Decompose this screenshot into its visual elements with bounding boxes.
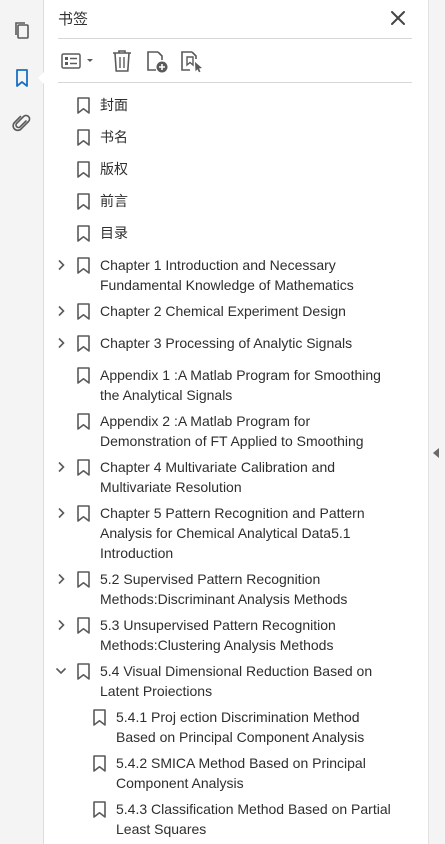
bookmark-item[interactable]: Chapter 3 Processing of Analytic Signals — [44, 333, 428, 353]
chevron-right-icon[interactable] — [54, 301, 68, 321]
bookmark-item[interactable]: 封面 — [44, 95, 428, 115]
bookmark-label: 封面 — [100, 97, 128, 113]
bookmark-label: Methods:Discriminant Analysis Methods — [100, 591, 348, 607]
bookmark-label: Based on Principal Component Analysis — [116, 729, 365, 745]
bookmark-label: 版权 — [100, 161, 128, 177]
bookmark-icon — [77, 367, 90, 384]
bookmark-icon — [77, 663, 90, 680]
bookmark-label: 5.3 Unsupervised Pattern Recognition — [100, 617, 336, 633]
bookmark-icon — [77, 225, 90, 242]
bookmark-label: Least Squares — [116, 821, 207, 837]
bookmark-item[interactable]: 前言 — [44, 191, 428, 211]
bookmark-item[interactable]: 5.3 Unsupervised Pattern Recognition Meth… — [44, 615, 428, 655]
bookmark-label: Methods:Clustering Analysis Methods — [100, 637, 334, 653]
bookmark-label: Chapter 4 Multivariate Calibration and — [100, 459, 336, 475]
bookmark-icon — [77, 257, 90, 274]
new-bookmark-icon[interactable] — [144, 48, 170, 74]
toolbar-divider — [58, 82, 412, 83]
bookmark-item[interactable]: 5.4.1 Proj ection Discrimination Method B… — [44, 707, 428, 747]
header-divider — [58, 38, 412, 39]
bookmark-label: Appendix 1 :A Matlab Program for Smoothi… — [100, 367, 381, 383]
bookmark-label: 5.4.2 SMICA Method Based on Principal — [116, 755, 366, 771]
pages-icon[interactable] — [0, 14, 43, 48]
bookmark-item[interactable]: Chapter 5 Pattern Recognition and Patter… — [44, 503, 428, 563]
bookmark-icon — [77, 335, 90, 352]
bookmark-item[interactable]: 5.4 Visual Dimensional Reduction Based o… — [44, 661, 428, 701]
chevron-right-icon[interactable] — [54, 503, 68, 523]
bookmark-icon — [77, 571, 90, 588]
bookmark-label: Chapter 1 Introduction and Necessary — [100, 257, 336, 273]
bookmark-label: Chapter 5 Pattern Recognition and Patter… — [100, 505, 365, 521]
bookmark-label: Multivariate Resolution — [100, 479, 242, 495]
bookmark-label: Latent Proiections — [100, 683, 213, 699]
bookmark-label: 目录 — [100, 225, 128, 241]
bookmark-label: 前言 — [100, 193, 128, 209]
collapse-arrow-icon[interactable] — [433, 448, 439, 458]
bookmarks-panel: 书签 封面书名版权前言目录 Chapter 1 Introduction and … — [44, 0, 428, 844]
bookmark-item[interactable]: Chapter 2 Chemical Experiment Design — [44, 301, 428, 321]
navigation-rail — [0, 0, 44, 844]
bookmark-icon — [77, 303, 90, 320]
bookmark-label: 5.2 Supervised Pattern Recognition — [100, 571, 321, 587]
bookmark-item[interactable]: Chapter 1 Introduction and Necessary Fund… — [44, 255, 428, 295]
panel-title: 书签 — [58, 10, 89, 28]
chevron-right-icon[interactable] — [54, 255, 68, 275]
bookmark-item[interactable]: 5.4.3 Classification Method Based on Par… — [44, 799, 428, 839]
bookmarks-toolbar — [58, 44, 412, 78]
chevron-right-icon[interactable] — [54, 457, 68, 477]
bookmark-label: the Analytical Signals — [100, 387, 233, 403]
bookmark-item[interactable]: 目录 — [44, 223, 428, 243]
bookmark-label: 5.4.3 Classification Method Based on Par… — [116, 801, 391, 817]
bookmark-item[interactable]: 5.2 Supervised Pattern Recognition Method… — [44, 569, 428, 609]
delete-icon[interactable] — [110, 48, 134, 74]
bookmark-label: Chapter 2 Chemical Experiment Design — [100, 303, 346, 319]
bookmark-icon — [77, 459, 90, 476]
chevron-right-icon[interactable] — [54, 569, 68, 589]
bookmark-label: Fundamental Knowledge of Mathematics — [100, 277, 354, 293]
bookmark-settings-icon[interactable] — [178, 48, 204, 74]
bookmark-label: 5.4.1 Proj ection Discrimination Method — [116, 709, 360, 725]
bookmark-label: Appendix 2 :A Matlab Program for — [100, 413, 311, 429]
bookmark-label: Analysis for Chemical Analytical Data5.1 — [100, 525, 351, 541]
bookmark-label: Chapter 3 Processing of Analytic Signals — [100, 335, 353, 351]
bookmark-item[interactable]: Appendix 1 :A Matlab Program for Smoothi… — [44, 365, 428, 405]
chevron-down-icon[interactable] — [54, 661, 68, 681]
bookmark-icon — [77, 161, 90, 178]
bookmark-icon — [77, 129, 90, 146]
bookmark-label: Demonstration of FT Applied to Smoothing — [100, 433, 364, 449]
bookmark-icon — [93, 801, 106, 818]
close-icon[interactable] — [388, 8, 408, 28]
bookmark-label: 书名 — [100, 129, 128, 145]
bookmark-item[interactable]: 书名 — [44, 127, 428, 147]
bookmark-icon[interactable] — [0, 61, 44, 95]
bookmark-icon — [77, 505, 90, 522]
bookmark-item[interactable]: 5.4.2 SMICA Method Based on Principal Com… — [44, 753, 428, 793]
bookmark-icon — [77, 193, 90, 210]
bookmark-label: Introduction — [100, 545, 174, 561]
bookmark-icon — [77, 617, 90, 634]
panel-collapse-handle[interactable] — [428, 0, 445, 844]
bookmark-label: 5.4 Visual Dimensional Reduction Based o… — [100, 663, 373, 679]
chevron-right-icon[interactable] — [54, 615, 68, 635]
bookmark-item[interactable]: Appendix 2 :A Matlab Program for Demonstr… — [44, 411, 428, 451]
bookmark-item[interactable]: Chapter 4 Multivariate Calibration and Mu… — [44, 457, 428, 497]
bookmark-icon — [77, 97, 90, 114]
attachment-icon[interactable] — [0, 106, 43, 140]
bookmark-label: Component Analysis — [116, 775, 244, 791]
bookmark-icon — [93, 755, 106, 772]
bookmark-item[interactable]: 版权 — [44, 159, 428, 179]
bookmark-icon — [93, 709, 106, 726]
options-menu-icon[interactable] — [60, 48, 96, 74]
chevron-right-icon[interactable] — [54, 333, 68, 353]
bookmark-icon — [77, 413, 90, 430]
